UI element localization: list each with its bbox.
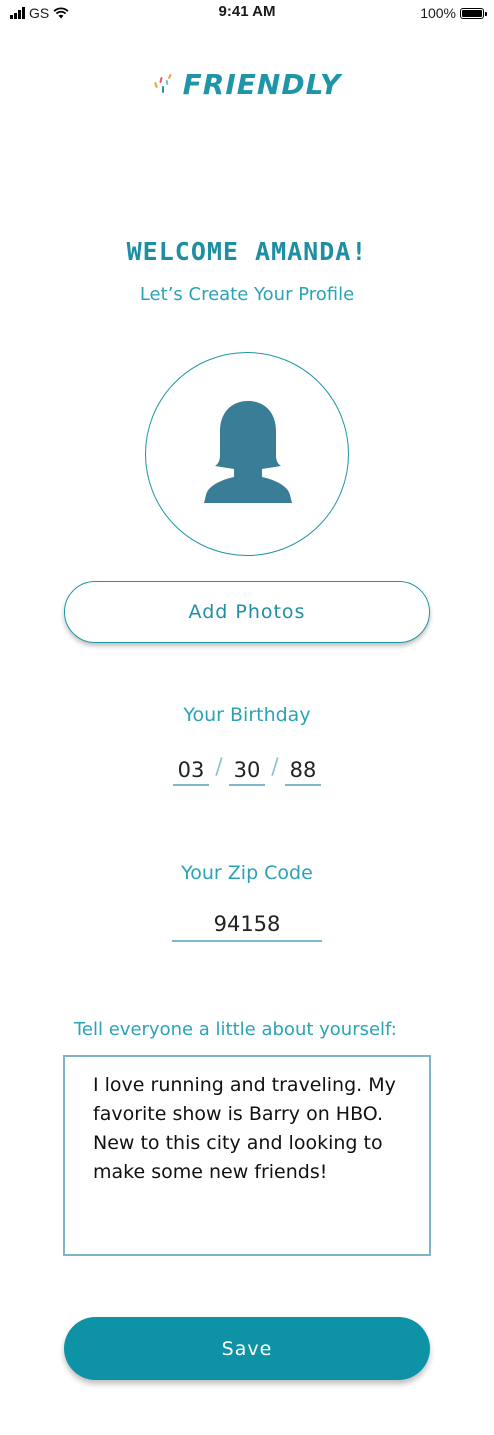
page-title: WELCOME AMANDA!: [126, 237, 368, 266]
zip-label: Your Zip Code: [181, 862, 313, 884]
page-subtitle: Let’s Create Your Profile: [139, 284, 355, 305]
birthday-day-field[interactable]: 30: [229, 758, 265, 786]
birthday-label: Your Birthday: [183, 704, 311, 726]
save-button[interactable]: Save: [64, 1317, 430, 1380]
about-label: Tell everyone a little about yourself:: [74, 1019, 397, 1040]
status-right: 100%: [420, 5, 487, 21]
avatar[interactable]: [145, 352, 349, 556]
battery-percent: 100%: [420, 5, 456, 21]
status-bar: GS 9:41 AM 100%: [0, 0, 494, 28]
battery-icon: [460, 7, 487, 19]
birthday-separator: /: [271, 755, 279, 780]
confetti-icon: [153, 73, 172, 93]
about-textarea[interactable]: I love running and traveling. My favorit…: [63, 1055, 431, 1256]
app-logo: FRIENDLY: [0, 68, 494, 101]
birthday-input: 03 / 30 / 88: [0, 755, 494, 786]
birthday-month-field[interactable]: 03: [173, 758, 209, 786]
birthday-year-field[interactable]: 88: [285, 758, 321, 786]
birthday-separator: /: [215, 755, 223, 780]
user-silhouette-icon: [204, 401, 292, 503]
add-photos-button[interactable]: Add Photos: [64, 581, 430, 643]
app-name: FRIENDLY: [182, 68, 342, 101]
zip-code-field[interactable]: 94158: [172, 912, 322, 942]
